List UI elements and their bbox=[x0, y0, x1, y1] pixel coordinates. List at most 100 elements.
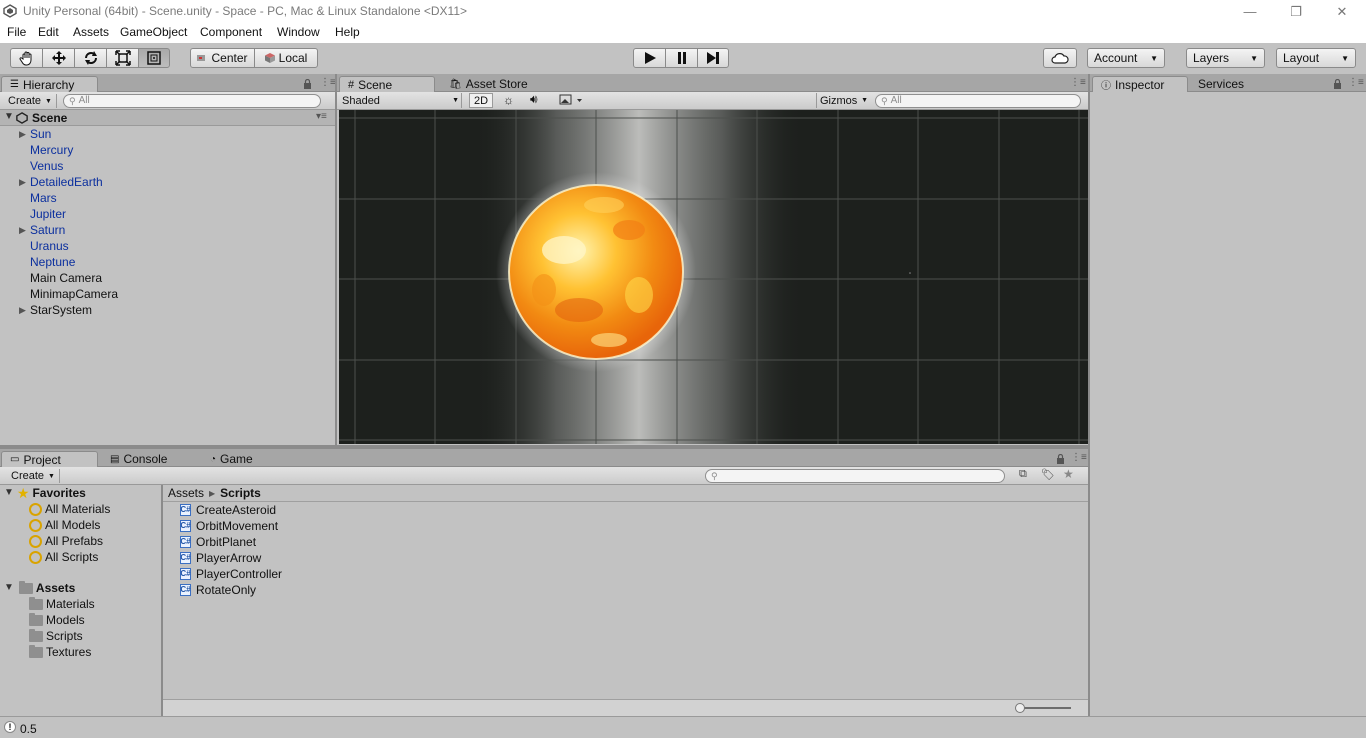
search-by-type-icon[interactable]: ⧉ bbox=[1019, 468, 1027, 481]
asset-folder[interactable]: Materials bbox=[29, 596, 95, 612]
shading-dropdown[interactable]: Shaded ▼ bbox=[342, 93, 462, 108]
hierarchy-item-detailedearth[interactable]: ▶ DetailedEarth bbox=[0, 174, 334, 190]
script-file[interactable]: C# RotateOnly bbox=[180, 582, 256, 598]
panel-menu-icon[interactable]: ⋮≡ bbox=[1348, 77, 1364, 88]
move-tool-button[interactable] bbox=[42, 48, 75, 68]
script-file[interactable]: C# OrbitPlanet bbox=[180, 534, 256, 550]
menu-help[interactable]: Help bbox=[335, 25, 360, 39]
tab-services-label: Services bbox=[1198, 77, 1245, 91]
lock-icon[interactable] bbox=[1333, 78, 1342, 92]
status-message[interactable]: 0.5 bbox=[20, 722, 37, 736]
asset-folder[interactable]: Models bbox=[29, 612, 85, 628]
menu-assets[interactable]: Assets bbox=[73, 25, 109, 39]
lock-icon[interactable] bbox=[303, 78, 312, 92]
hierarchy-search-input[interactable]: ⚲ All bbox=[63, 94, 321, 108]
favorite-item[interactable]: All Scripts bbox=[29, 549, 98, 565]
menu-gameobject[interactable]: GameObject bbox=[120, 25, 187, 39]
fold-open-icon[interactable]: ▼ bbox=[4, 111, 14, 122]
tab-game[interactable]: ◔ Game bbox=[202, 451, 261, 467]
script-file[interactable]: C# PlayerController bbox=[180, 566, 282, 582]
tab-inspector[interactable]: ⓘ Inspector bbox=[1092, 76, 1188, 92]
hierarchy-item-neptune[interactable]: Neptune bbox=[0, 254, 334, 270]
panel-menu-icon[interactable]: ⋮≡ bbox=[320, 77, 336, 88]
zoom-slider-track[interactable] bbox=[1019, 707, 1071, 709]
panel-menu-icon[interactable]: ⋮≡ bbox=[1071, 452, 1087, 463]
menu-component[interactable]: Component bbox=[200, 25, 262, 39]
tab-hierarchy[interactable]: ☰ Hierarchy bbox=[1, 76, 98, 92]
toggle-2d-button[interactable]: 2D bbox=[469, 93, 493, 108]
search-by-label-icon[interactable]: 🏷︎ bbox=[1041, 468, 1055, 481]
asset-folder[interactable]: Textures bbox=[29, 644, 91, 660]
account-dropdown[interactable]: Account ▼ bbox=[1087, 48, 1165, 68]
hierarchy-item-mars[interactable]: Mars bbox=[0, 190, 334, 206]
project-create-button[interactable]: Create ▼ bbox=[7, 469, 60, 483]
play-button[interactable] bbox=[633, 48, 666, 68]
hierarchy-item-venus[interactable]: Venus bbox=[0, 158, 334, 174]
fold-closed-icon[interactable]: ▶ bbox=[19, 222, 26, 238]
pivot-local-button[interactable]: Local bbox=[254, 48, 318, 68]
favorite-item[interactable]: All Prefabs bbox=[29, 533, 103, 549]
gizmos-dropdown[interactable]: Gizmos ▼ bbox=[816, 93, 868, 108]
favorite-item[interactable]: All Materials bbox=[29, 501, 110, 517]
zoom-slider-thumb[interactable] bbox=[1015, 703, 1025, 713]
hierarchy-item-starsystem[interactable]: ▶ StarSystem bbox=[0, 302, 334, 318]
fold-open-icon[interactable]: ▼ bbox=[4, 580, 14, 596]
tab-scene[interactable]: # Scene bbox=[339, 76, 435, 92]
fold-closed-icon[interactable]: ▶ bbox=[19, 174, 26, 190]
menu-edit[interactable]: Edit bbox=[38, 25, 59, 39]
hierarchy-item-sun[interactable]: ▶ Sun bbox=[0, 126, 334, 142]
minimize-button[interactable]: — bbox=[1227, 0, 1273, 23]
hierarchy-create-button[interactable]: Create ▼ bbox=[4, 94, 57, 108]
tab-asset-store[interactable]: 🛍 Asset Store bbox=[441, 76, 536, 92]
hierarchy-item-jupiter[interactable]: Jupiter bbox=[0, 206, 334, 222]
audio-toggle-icon[interactable]: 🔊︎ bbox=[530, 92, 538, 107]
step-button[interactable] bbox=[697, 48, 729, 68]
panel-menu-icon[interactable]: ⋮≡ bbox=[1070, 77, 1086, 88]
favorite-star-icon[interactable]: ★ bbox=[1063, 467, 1074, 481]
maximize-button[interactable]: ❐ bbox=[1273, 0, 1319, 23]
fold-closed-icon[interactable]: ▶ bbox=[19, 302, 26, 318]
hierarchy-item-minimapcamera[interactable]: MinimapCamera bbox=[0, 286, 334, 302]
hierarchy-item-uranus[interactable]: Uranus bbox=[0, 238, 334, 254]
tab-hierarchy-label: Hierarchy bbox=[22, 77, 75, 92]
project-search-input[interactable]: ⚲ bbox=[705, 469, 1005, 483]
scene-search-input[interactable]: ⚲ All bbox=[875, 94, 1081, 108]
effects-dropdown-icon[interactable] bbox=[559, 94, 583, 109]
hierarchy-item-mercury[interactable]: Mercury bbox=[0, 142, 334, 158]
rect-tool-button[interactable] bbox=[138, 48, 170, 68]
scale-tool-button[interactable] bbox=[106, 48, 139, 68]
fold-closed-icon[interactable]: ▶ bbox=[19, 126, 26, 142]
lock-icon[interactable] bbox=[1056, 453, 1065, 467]
tab-project[interactable]: ▭ Project bbox=[1, 451, 98, 467]
script-file[interactable]: C# OrbitMovement bbox=[180, 518, 278, 534]
hierarchy-item-main-camera[interactable]: Main Camera bbox=[0, 270, 334, 286]
fold-open-icon[interactable]: ▼ bbox=[4, 485, 14, 501]
layers-dropdown[interactable]: Layers ▼ bbox=[1186, 48, 1265, 68]
script-file[interactable]: C# CreateAsteroid bbox=[180, 502, 276, 518]
tab-services[interactable]: Services bbox=[1190, 76, 1252, 92]
sun-object[interactable] bbox=[508, 184, 684, 360]
asset-folder[interactable]: Scripts bbox=[29, 628, 83, 644]
pivot-center-button[interactable]: Center bbox=[190, 48, 255, 68]
scene-menu-icon[interactable]: ▾≡ bbox=[316, 111, 327, 122]
close-button[interactable]: ✕ bbox=[1319, 0, 1365, 23]
pause-button[interactable] bbox=[665, 48, 698, 68]
folder-icon bbox=[29, 628, 43, 642]
scene-header-row[interactable]: ▼ Scene ▾≡ bbox=[0, 110, 335, 126]
assets-header[interactable]: ▼ Assets bbox=[4, 580, 75, 596]
tab-console[interactable]: ▤ Console bbox=[102, 451, 175, 467]
menu-file[interactable]: File bbox=[7, 25, 26, 39]
rotate-tool-button[interactable] bbox=[74, 48, 107, 68]
scene-viewport[interactable] bbox=[339, 110, 1088, 444]
breadcrumb-assets[interactable]: Assets bbox=[168, 486, 204, 500]
hand-tool-button[interactable] bbox=[10, 48, 43, 68]
hierarchy-item-saturn[interactable]: ▶ Saturn bbox=[0, 222, 334, 238]
cloud-button[interactable] bbox=[1043, 48, 1077, 68]
breadcrumb-scripts[interactable]: Scripts bbox=[220, 486, 261, 500]
favorites-header[interactable]: ▼ ★ Favorites bbox=[4, 485, 86, 501]
menu-window[interactable]: Window bbox=[277, 25, 320, 39]
script-file[interactable]: C# PlayerArrow bbox=[180, 550, 261, 566]
layout-dropdown[interactable]: Layout ▼ bbox=[1276, 48, 1356, 68]
lighting-toggle-icon[interactable]: ☼ bbox=[503, 93, 514, 107]
favorite-item[interactable]: All Models bbox=[29, 517, 100, 533]
